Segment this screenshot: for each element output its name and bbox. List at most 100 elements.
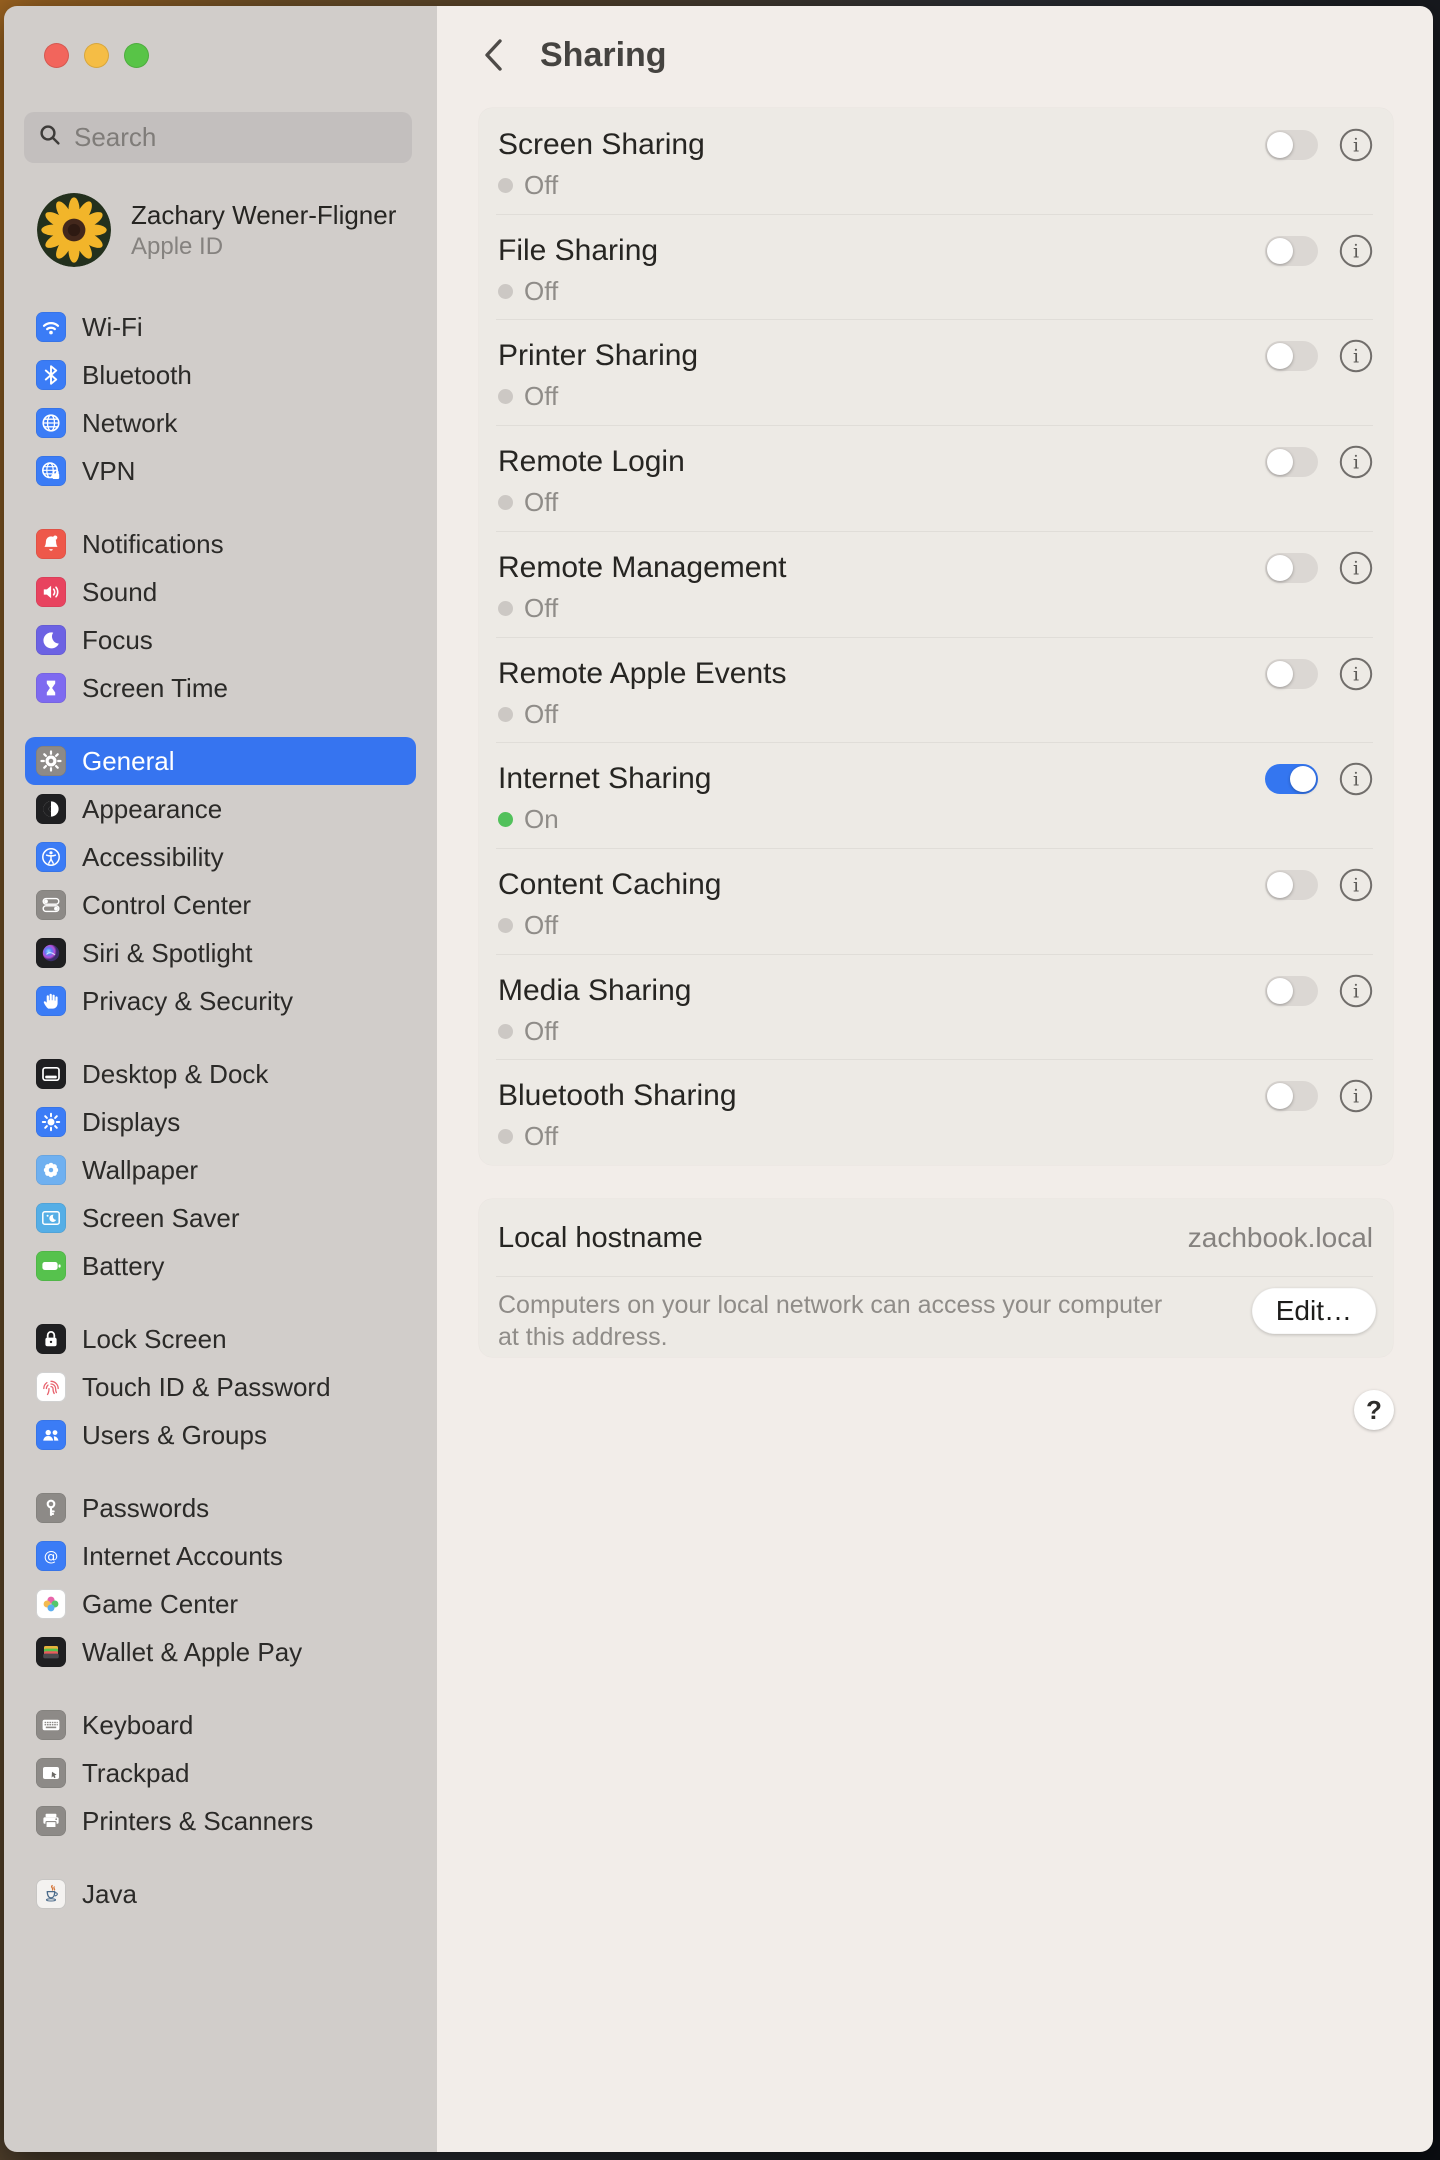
sidebar-item-displays[interactable]: Displays [25, 1098, 416, 1146]
sidebar-group: KeyboardTrackpadPrinters & Scanners [4, 1701, 437, 1845]
sidebar-item-passwords[interactable]: Passwords [25, 1484, 416, 1532]
fingerprint-icon [36, 1372, 66, 1402]
apple-id-row[interactable]: Zachary Wener-Fligner Apple ID [37, 193, 396, 267]
sidebar-item-label: Wi-Fi [82, 312, 143, 343]
sidebar-item-notifications[interactable]: Notifications [25, 520, 416, 568]
sidebar: Search [4, 6, 437, 2152]
sidebar-item-label: Accessibility [82, 842, 224, 873]
apple-id-label: Apple ID [131, 232, 396, 262]
file-sharing-info-button[interactable]: i [1339, 234, 1373, 268]
remote-apple-events-toggle[interactable] [1265, 659, 1318, 689]
internet-sharing-info-button[interactable]: i [1339, 762, 1373, 796]
printer-sharing-info-button[interactable]: i [1339, 339, 1373, 373]
back-button[interactable] [478, 37, 508, 73]
remote-login-info-button[interactable]: i [1339, 445, 1373, 479]
service-info: Internet Sharing On [479, 742, 711, 848]
service-row-remote-management: Remote ManagementOffi [479, 531, 1393, 637]
sidebar-item-internet-accounts[interactable]: @Internet Accounts [25, 1532, 416, 1580]
local-hostname-label: Local hostname [498, 1222, 703, 1255]
service-name: Remote Login [498, 444, 685, 480]
sidebar-item-trackpad[interactable]: Trackpad [25, 1749, 416, 1797]
internet-sharing-toggle[interactable] [1265, 764, 1318, 794]
screen-sharing-toggle[interactable] [1265, 130, 1318, 160]
sidebar-item-label: Passwords [82, 1493, 209, 1524]
status-label: On [524, 804, 559, 835]
status-dot [498, 812, 513, 827]
sidebar-item-keyboard[interactable]: Keyboard [25, 1701, 416, 1749]
sidebar-item-siri-and-spotlight[interactable]: Siri & Spotlight [25, 929, 416, 977]
zoom-button[interactable] [124, 43, 149, 68]
sidebar-item-lock-screen[interactable]: Lock Screen [25, 1315, 416, 1363]
sidebar-item-general[interactable]: General [25, 737, 416, 785]
sidebar-item-label: Network [82, 408, 177, 439]
content-caching-info-button[interactable]: i [1339, 868, 1373, 902]
svg-text:i: i [1353, 346, 1359, 368]
sidebar-item-label: Screen Saver [82, 1203, 240, 1234]
sidebar-item-wallet-and-apple-pay[interactable]: Wallet & Apple Pay [25, 1628, 416, 1676]
java-icon [36, 1879, 66, 1909]
at-icon: @ [36, 1541, 66, 1571]
toggle-knob [1267, 343, 1293, 369]
sidebar-item-network[interactable]: Network [25, 399, 416, 447]
sidebar-item-printers-and-scanners[interactable]: Printers & Scanners [25, 1797, 416, 1845]
local-hostname-value: zachbook.local [1188, 1222, 1373, 1254]
sidebar-item-screen-time[interactable]: Screen Time [25, 664, 416, 712]
sidebar-item-game-center[interactable]: Game Center [25, 1580, 416, 1628]
bluetooth-sharing-info-button[interactable]: i [1339, 1079, 1373, 1113]
remote-management-info-button[interactable]: i [1339, 551, 1373, 585]
edit-hostname-button[interactable]: Edit… [1252, 1288, 1376, 1334]
sidebar-item-vpn[interactable]: VPN [25, 447, 416, 495]
battery-icon [36, 1251, 66, 1281]
sidebar-item-users-and-groups[interactable]: Users & Groups [25, 1411, 416, 1459]
sidebar-item-wi-fi[interactable]: Wi-Fi [25, 303, 416, 351]
sidebar-item-label: Siri & Spotlight [82, 938, 253, 969]
sidebar-item-accessibility[interactable]: Accessibility [25, 833, 416, 881]
search-placeholder: Search [74, 122, 156, 153]
remote-apple-events-info-button[interactable]: i [1339, 657, 1373, 691]
sidebar-item-label: Notifications [82, 529, 224, 560]
remote-management-toggle[interactable] [1265, 553, 1318, 583]
screen-sharing-info-button[interactable]: i [1339, 128, 1373, 162]
svg-text:i: i [1353, 135, 1359, 157]
svg-text:i: i [1353, 663, 1359, 685]
sidebar-item-java[interactable]: Java [25, 1870, 416, 1918]
media-sharing-info-button[interactable]: i [1339, 974, 1373, 1008]
key-icon [36, 1493, 66, 1523]
media-sharing-toggle[interactable] [1265, 976, 1318, 1006]
printer-sharing-toggle[interactable] [1265, 341, 1318, 371]
file-sharing-toggle[interactable] [1265, 236, 1318, 266]
sidebar-item-battery[interactable]: Battery [25, 1242, 416, 1290]
sidebar-item-desktop-and-dock[interactable]: Desktop & Dock [25, 1050, 416, 1098]
sidebar-item-touch-id-and-password[interactable]: Touch ID & Password [25, 1363, 416, 1411]
content-caching-toggle[interactable] [1265, 870, 1318, 900]
service-info: Remote LoginOff [479, 425, 685, 531]
service-name: Remote Management [498, 550, 787, 586]
sidebar-item-wallpaper[interactable]: Wallpaper [25, 1146, 416, 1194]
sidebar-item-privacy-and-security[interactable]: Privacy & Security [25, 977, 416, 1025]
sidebar-item-sound[interactable]: Sound [25, 568, 416, 616]
lock-icon [36, 1324, 66, 1354]
local-hostname-card: Local hostname zachbook.local Computers … [479, 1199, 1393, 1357]
status-label: Off [524, 381, 558, 412]
minimize-button[interactable] [84, 43, 109, 68]
svg-text:i: i [1353, 769, 1359, 791]
search-input[interactable]: Search [24, 112, 412, 163]
status-dot [498, 707, 513, 722]
sidebar-item-focus[interactable]: Focus [25, 616, 416, 664]
globe-icon [36, 408, 66, 438]
close-button[interactable] [44, 43, 69, 68]
sidebar-item-bluetooth[interactable]: Bluetooth [25, 351, 416, 399]
service-info: Remote Apple EventsOff [479, 637, 787, 743]
sidebar-item-screen-saver[interactable]: Screen Saver [25, 1194, 416, 1242]
sidebar-group: Lock ScreenTouch ID & PasswordUsers & Gr… [4, 1315, 437, 1459]
remote-login-toggle[interactable] [1265, 447, 1318, 477]
toggle-knob [1267, 449, 1293, 475]
trackpad-icon [36, 1758, 66, 1788]
service-name: Internet Sharing [498, 761, 711, 797]
bluetooth-sharing-toggle[interactable] [1265, 1081, 1318, 1111]
sidebar-item-control-center[interactable]: Control Center [25, 881, 416, 929]
help-button[interactable]: ? [1354, 1390, 1394, 1430]
sidebar-item-appearance[interactable]: Appearance [25, 785, 416, 833]
service-row-printer-sharing: Printer SharingOffi [479, 319, 1393, 425]
sidebar-group: Passwords @Internet AccountsGame CenterWa… [4, 1484, 437, 1676]
